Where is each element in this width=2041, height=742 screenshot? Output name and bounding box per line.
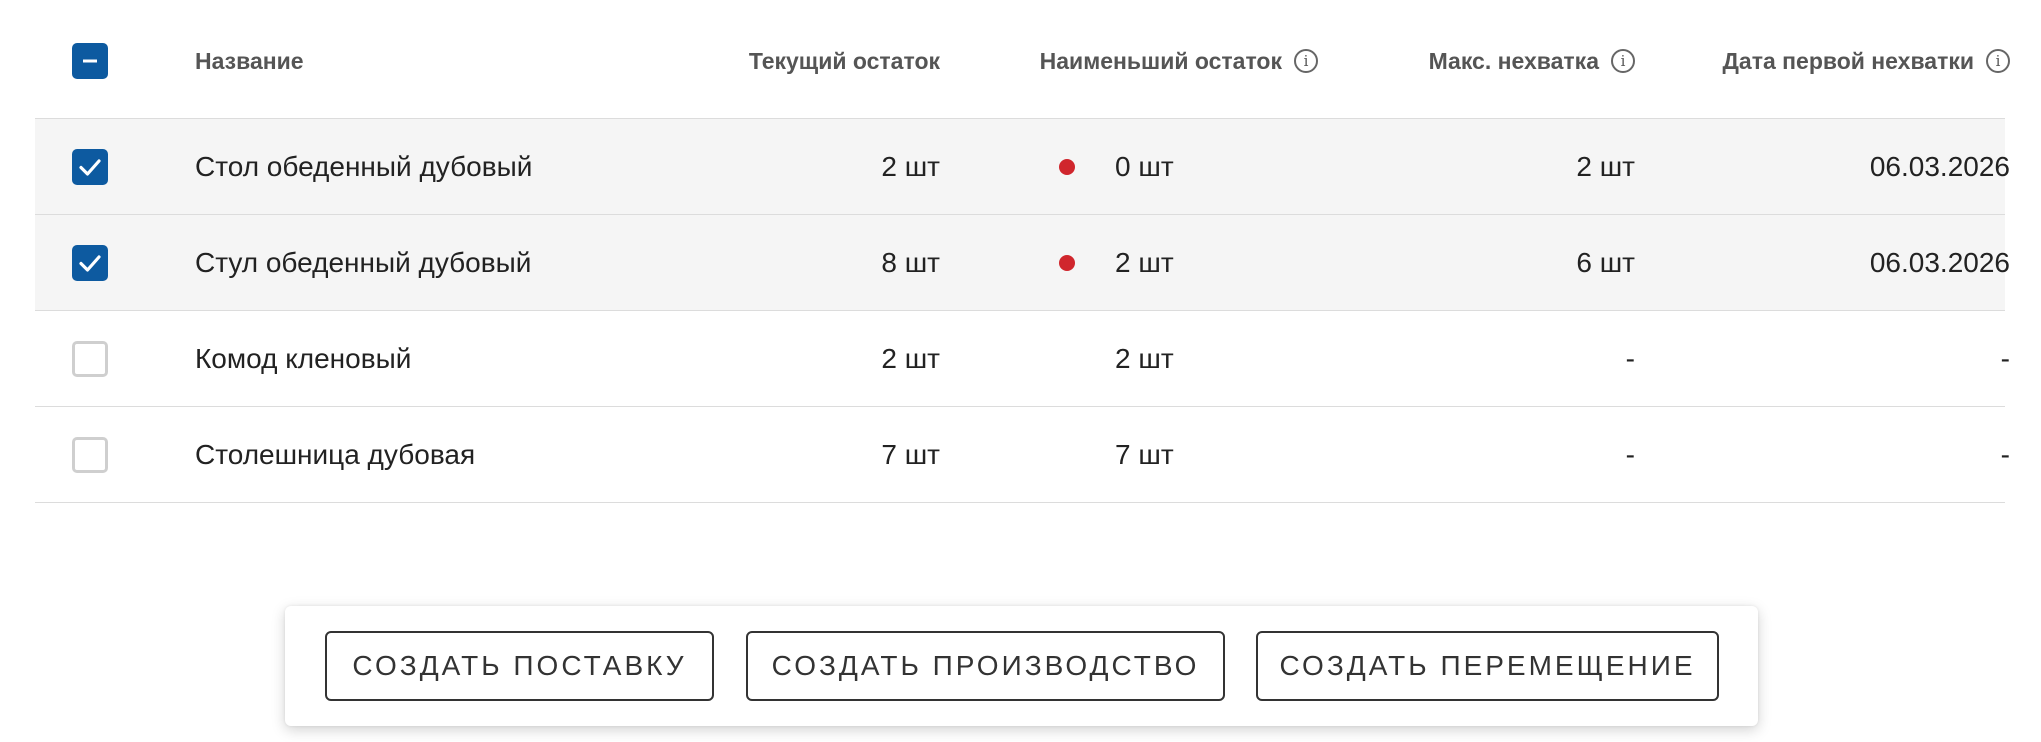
current-stock: 2 шт bbox=[881, 150, 940, 182]
max-shortage: - bbox=[1625, 438, 1635, 470]
bulk-action-bar: СОЗДАТЬ ПОСТАВКУ СОЗДАТЬ ПРОИЗВОДСТВО СО… bbox=[285, 606, 1758, 726]
select-all-checkbox[interactable] bbox=[72, 43, 108, 79]
stock-table: Название Текущий остаток Наименьший оста… bbox=[35, 0, 2010, 503]
info-icon[interactable]: i bbox=[1294, 49, 1318, 73]
first-shortage-date: - bbox=[2000, 438, 2010, 470]
warning-dot-icon bbox=[1059, 158, 1075, 175]
check-icon bbox=[79, 158, 101, 176]
row-check-cell bbox=[72, 407, 112, 502]
row-check-cell bbox=[72, 311, 112, 406]
first-shortage-date: 06.03.2026 bbox=[1869, 246, 2010, 278]
min-stock-cell: 2 шт bbox=[995, 215, 1318, 310]
info-icon[interactable]: i bbox=[1611, 49, 1635, 73]
row-check-cell bbox=[72, 119, 112, 214]
row-checkbox[interactable] bbox=[72, 148, 108, 185]
header-min-stock[interactable]: Наименьший остаток i bbox=[995, 0, 1318, 120]
check-icon bbox=[79, 254, 101, 272]
current-stock: 2 шт bbox=[881, 342, 940, 374]
create-production-button[interactable]: СОЗДАТЬ ПРОИЗВОДСТВО bbox=[746, 631, 1225, 701]
min-stock: 2 шт bbox=[1115, 246, 1174, 278]
create-supply-button[interactable]: СОЗДАТЬ ПОСТАВКУ bbox=[325, 631, 714, 701]
select-all-cell bbox=[72, 0, 112, 120]
current-stock: 7 шт bbox=[881, 438, 940, 470]
min-stock-cell: 7 шт bbox=[995, 407, 1318, 502]
header-first-shortage-date[interactable]: Дата первой нехватки i bbox=[1655, 0, 2010, 120]
header-current-stock[interactable]: Текущий остаток bbox=[595, 0, 940, 120]
max-shortage: - bbox=[1625, 342, 1635, 374]
min-stock: 2 шт bbox=[1115, 342, 1174, 374]
row-checkbox[interactable] bbox=[72, 436, 108, 473]
info-icon[interactable]: i bbox=[1986, 49, 2010, 73]
table-row[interactable]: Столешница дубовая 7 шт 7 шт - - bbox=[35, 407, 2010, 503]
first-shortage-date: - bbox=[2000, 342, 2010, 374]
first-shortage-date: 06.03.2026 bbox=[1869, 150, 2010, 182]
header-max-shortage[interactable]: Макс. нехватка i bbox=[1335, 0, 1635, 120]
max-shortage: 6 шт bbox=[1576, 246, 1635, 278]
table-row[interactable]: Стул обеденный дубовый 8 шт 2 шт 6 шт 06… bbox=[35, 215, 2010, 311]
min-stock-cell: 2 шт bbox=[995, 311, 1318, 406]
current-stock: 8 шт bbox=[881, 246, 940, 278]
table-row[interactable]: Стол обеденный дубовый 2 шт 0 шт 2 шт 06… bbox=[35, 119, 2010, 215]
table-header: Название Текущий остаток Наименьший оста… bbox=[35, 0, 2010, 120]
minus-icon bbox=[83, 59, 97, 63]
create-transfer-button[interactable]: СОЗДАТЬ ПЕРЕМЕЩЕНИЕ bbox=[1256, 631, 1719, 701]
row-checkbox[interactable] bbox=[72, 244, 108, 281]
row-checkbox[interactable] bbox=[72, 340, 108, 377]
warning-dot-icon bbox=[1059, 254, 1075, 271]
min-stock: 0 шт bbox=[1115, 150, 1174, 182]
max-shortage: 2 шт bbox=[1576, 150, 1635, 182]
table-row[interactable]: Комод кленовый 2 шт 2 шт - - bbox=[35, 311, 2010, 407]
min-stock: 7 шт bbox=[1115, 438, 1174, 470]
row-check-cell bbox=[72, 215, 112, 310]
min-stock-cell: 0 шт bbox=[995, 119, 1318, 214]
